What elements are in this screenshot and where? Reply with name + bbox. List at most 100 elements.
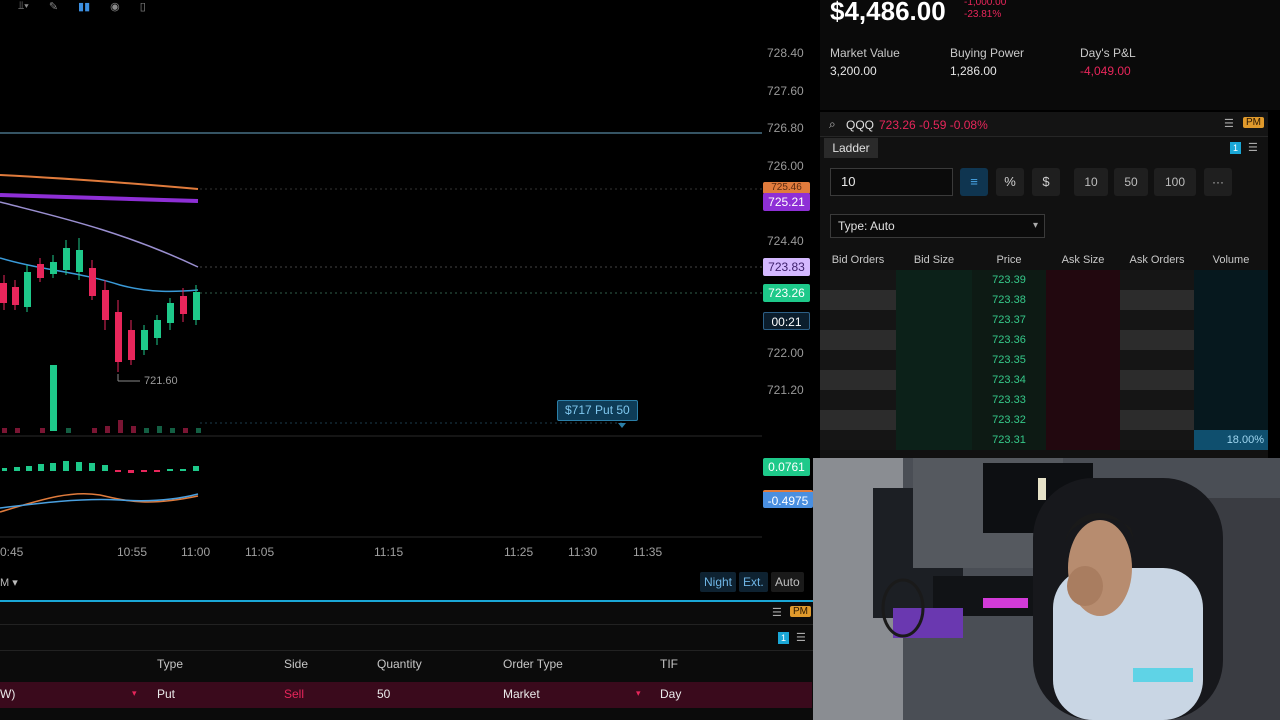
ladder-price[interactable]: 723.37 [972,310,1046,330]
ask-orders-cell[interactable] [1120,390,1194,410]
bid-orders-cell[interactable] [820,330,896,350]
volume-cell[interactable] [1194,410,1268,430]
ladder-price[interactable]: 723.31 [972,430,1046,450]
order-side-cell[interactable]: Sell [284,687,304,701]
ask-orders-cell[interactable] [1120,370,1194,390]
link-badge[interactable]: 1 [778,632,789,644]
ask-size-cell[interactable] [1046,410,1120,430]
ask-orders-cell[interactable] [1120,430,1194,450]
bid-size-cell[interactable] [896,310,972,330]
order-quantity-cell[interactable]: 50 [377,687,390,701]
bid-orders-cell[interactable] [820,430,896,450]
ladder-price[interactable]: 723.39 [972,270,1046,290]
bid-orders-cell[interactable] [820,350,896,370]
ladder-price[interactable]: 723.36 [972,330,1046,350]
bid-orders-cell[interactable] [820,390,896,410]
list-icon[interactable]: ☰ [1248,141,1258,154]
ladder-row[interactable]: 723.32 [820,410,1268,430]
volume-cell[interactable] [1194,330,1268,350]
ladder-row[interactable]: 723.33 [820,390,1268,410]
chevron-down-icon[interactable]: ▾ [636,688,641,699]
days-pl-label: Day's P&L [1080,46,1136,60]
order-tif-cell[interactable]: Day [660,687,681,701]
ask-orders-cell[interactable] [1120,290,1194,310]
volume-cell[interactable] [1194,350,1268,370]
chevron-down-icon[interactable]: ▾ [132,688,137,699]
candle [76,250,83,272]
ext-toggle[interactable]: Ext. [739,572,768,592]
bid-orders-cell[interactable] [820,410,896,430]
menu-icon[interactable]: ☰ [1224,117,1234,130]
ask-size-cell[interactable] [1046,330,1120,350]
ask-size-cell[interactable] [1046,270,1120,290]
ask-orders-cell[interactable] [1120,410,1194,430]
ladder-row[interactable]: 723.35 [820,350,1268,370]
ask-orders-cell[interactable] [1120,330,1194,350]
ask-orders-cell[interactable] [1120,270,1194,290]
volume-cell[interactable] [1194,370,1268,390]
price-chart[interactable] [0,0,816,600]
symbol-bar[interactable]: ⌕ QQQ 723.26 -0.59 -0.08% ☰ PM [820,112,1268,137]
preset-10-button[interactable]: 10 [1074,168,1108,196]
menu-icon[interactable]: ☰ [772,606,782,619]
ladder-row[interactable]: 723.38 [820,290,1268,310]
ladder-row[interactable]: 723.34 [820,370,1268,390]
auto-toggle[interactable]: Auto [771,572,804,592]
more-button[interactable]: ··· [1204,168,1232,196]
bid-size-cell[interactable] [896,350,972,370]
ask-size-cell[interactable] [1046,350,1120,370]
order-type-cell[interactable]: Put [157,687,175,701]
preset-100-button[interactable]: 100 [1154,168,1196,196]
link-badge[interactable]: 1 [1230,142,1241,154]
order-row[interactable] [0,682,812,708]
dollar-button[interactable]: $ [1032,168,1060,196]
timeframe-dropdown[interactable]: M ▾ [0,576,18,589]
bid-orders-cell[interactable] [820,270,896,290]
bid-size-cell[interactable] [896,290,972,310]
bid-orders-cell[interactable] [820,290,896,310]
ask-size-cell[interactable] [1046,370,1120,390]
ladder-price[interactable]: 723.34 [972,370,1046,390]
bid-orders-cell[interactable] [820,310,896,330]
bid-orders-cell[interactable] [820,370,896,390]
volume-cell[interactable] [1194,390,1268,410]
search-icon[interactable]: ⌕ [829,117,836,132]
volume-cell[interactable] [1194,290,1268,310]
shares-mode-button[interactable]: ≡ [960,168,988,196]
ask-orders-cell[interactable] [1120,350,1194,370]
preset-50-button[interactable]: 50 [1114,168,1148,196]
order-symbol-cell[interactable]: W) [0,687,15,701]
tab-ladder[interactable]: Ladder [824,138,878,158]
bid-size-cell[interactable] [896,330,972,350]
ladder-row[interactable]: 723.37 [820,310,1268,330]
ladder-price[interactable]: 723.33 [972,390,1046,410]
order-ordertype-cell[interactable]: Market [503,687,540,701]
bid-size-cell[interactable] [896,390,972,410]
chart-panel[interactable]: ⫫▾ ✎ ▮▮ ◉ ▯ 728.40 727.60 726.80 726.00 … [0,0,816,600]
ladder-row[interactable]: 723.39 [820,270,1268,290]
ladder-price[interactable]: 723.38 [972,290,1046,310]
night-toggle[interactable]: Night [700,572,737,592]
ask-size-cell[interactable] [1046,430,1120,450]
percent-button[interactable]: % [996,168,1024,196]
ladder-row[interactable]: 723.36 [820,330,1268,350]
ladder-price[interactable]: 723.32 [972,410,1046,430]
volume-cell[interactable] [1194,270,1268,290]
ladder-panel: ⌕ QQQ 723.26 -0.59 -0.08% ☰ PM Ladder 1 … [820,112,1268,458]
bid-size-cell[interactable] [896,370,972,390]
bid-size-cell[interactable] [896,430,972,450]
list-icon[interactable]: ☰ [796,631,806,644]
ask-size-cell[interactable] [1046,290,1120,310]
ask-size-cell[interactable] [1046,390,1120,410]
ask-orders-cell[interactable] [1120,310,1194,330]
ladder-row[interactable]: 723.31 18.00% [820,430,1268,450]
type-select[interactable]: Type: Auto ▾ [830,214,1045,238]
symbol-input[interactable]: QQQ [846,118,874,132]
bid-size-cell[interactable] [896,270,972,290]
ladder-price[interactable]: 723.35 [972,350,1046,370]
ask-size-cell[interactable] [1046,310,1120,330]
bid-size-cell[interactable] [896,410,972,430]
quantity-input[interactable]: 10 [830,168,953,196]
order-tag[interactable]: $717 Put 50 [557,400,638,421]
volume-cell[interactable] [1194,310,1268,330]
